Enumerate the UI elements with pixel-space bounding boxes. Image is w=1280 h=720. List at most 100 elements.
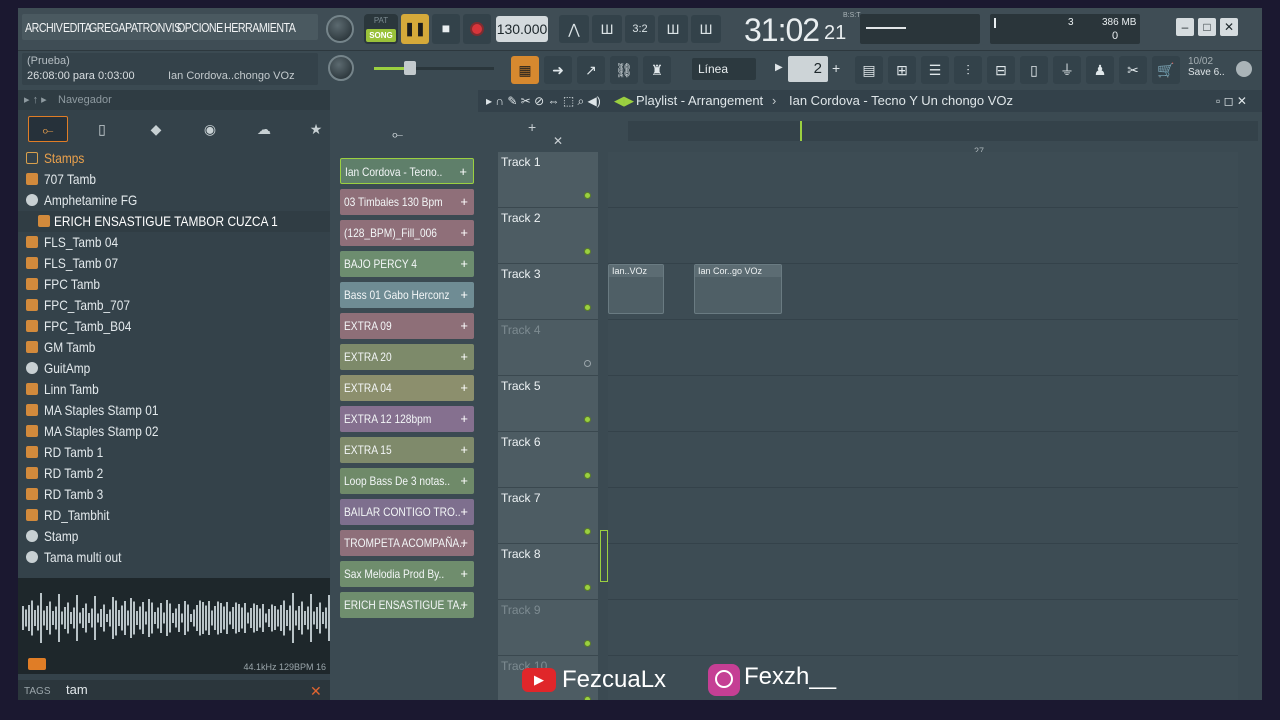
track-mute-icon[interactable] xyxy=(584,416,591,423)
play-preview-icon[interactable] xyxy=(28,658,46,670)
browser-item[interactable]: FPC Tamb xyxy=(18,274,330,295)
menu-patterns[interactable]: PATRON xyxy=(125,20,165,35)
arrow-icon[interactable]: ▸ ↑ ▸ xyxy=(24,90,47,110)
countdown-button[interactable]: 3:2 xyxy=(625,15,655,43)
channel-wave-icon[interactable]: + xyxy=(460,437,468,463)
track-header[interactable]: Track 1 xyxy=(498,152,598,208)
browser-item[interactable]: Tama multi out xyxy=(18,547,330,568)
channel-item[interactable]: EXTRA 15 + xyxy=(340,437,474,463)
step-plus-icon[interactable]: + xyxy=(832,60,840,76)
channel-wave-icon[interactable]: + xyxy=(460,375,468,401)
channel-wave-icon[interactable]: + xyxy=(460,313,468,339)
channel-wave-icon[interactable]: + xyxy=(460,468,468,494)
track-row[interactable] xyxy=(608,376,1238,432)
track-mute-icon[interactable] xyxy=(584,360,591,367)
save-info[interactable]: 10/02 Save 6.. xyxy=(1188,56,1234,86)
menu-tools[interactable]: HERRAMIENTA xyxy=(224,20,296,35)
stamp-button[interactable]: ♜ xyxy=(643,56,671,84)
track-row[interactable] xyxy=(608,432,1238,488)
browser-item[interactable]: 707 Tamb xyxy=(18,169,330,190)
channel-item[interactable]: EXTRA 20 + xyxy=(340,344,474,370)
channel-item[interactable]: Loop Bass De 3 notas.. + xyxy=(340,468,474,494)
track-row[interactable] xyxy=(608,320,1238,376)
track-header[interactable]: Track 5 xyxy=(498,376,598,432)
tools-button[interactable]: ✂ xyxy=(1119,56,1147,84)
menu-edit[interactable]: EDITA xyxy=(63,20,92,35)
menu-add[interactable]: GREGA xyxy=(89,20,126,35)
channel-item[interactable]: TROMPETA ACOMPAÑA.. + xyxy=(340,530,474,556)
playlist-scrollbar[interactable] xyxy=(628,121,1258,141)
menu-options[interactable]: OPCIONE xyxy=(177,20,223,35)
track-row[interactable] xyxy=(608,208,1238,264)
waveform-preview[interactable]: 44.1kHz 129BPM 16 xyxy=(18,578,333,674)
tab-plugins[interactable]: ◆ xyxy=(136,116,176,142)
step-arrow-icon[interactable]: ▶ xyxy=(775,62,783,76)
browser-item[interactable]: RD Tamb 1 xyxy=(18,442,330,463)
minimize-button[interactable]: – xyxy=(1176,18,1194,36)
typing-keyboard-button[interactable]: ▦ xyxy=(511,56,539,84)
channel-item[interactable]: Bass 01 Gabo Herconz + xyxy=(340,282,474,308)
track-mute-icon[interactable] xyxy=(584,528,591,535)
record-button[interactable] xyxy=(463,14,491,44)
maximize-button[interactable]: □ xyxy=(1198,18,1216,36)
song-position-display[interactable]: 31:02 B:S:T 21 xyxy=(744,8,872,48)
channel-wave-icon[interactable]: + xyxy=(459,159,467,183)
channel-item[interactable]: EXTRA 04 + xyxy=(340,375,474,401)
browser-item[interactable]: Linn Tamb xyxy=(18,379,330,400)
clear-tags-icon[interactable]: ✕ xyxy=(310,683,322,700)
loop-record-button[interactable]: Ш xyxy=(691,15,721,43)
step-edit-button[interactable]: Ш xyxy=(658,15,688,43)
window-controls[interactable]: ▫ ◻ ✕ xyxy=(1216,90,1247,112)
step-arrow-button[interactable]: ➜ xyxy=(544,56,572,84)
channel-wave-icon[interactable]: + xyxy=(460,530,468,556)
audio-clip-2[interactable]: Ian Cor..go VOz xyxy=(694,264,782,314)
tab-all[interactable]: ⟜ xyxy=(28,116,68,142)
channel-wave-icon[interactable]: + xyxy=(460,344,468,370)
browser-item[interactable]: FLS_Tamb 07 xyxy=(18,253,330,274)
browser-item[interactable]: RD_Tambhit xyxy=(18,505,330,526)
track-header[interactable]: Track 2 xyxy=(498,208,598,264)
audio-clip-1[interactable]: Ian..VOz xyxy=(608,264,664,314)
channel-item[interactable]: BAJO PERCY 4 + xyxy=(340,251,474,277)
track-header[interactable]: Track 9 xyxy=(498,600,598,656)
master-volume-knob[interactable] xyxy=(326,15,354,43)
step-value[interactable]: 2 xyxy=(788,56,828,82)
stop-button[interactable]: ■ xyxy=(432,14,460,44)
play-button[interactable]: ❚❚ xyxy=(401,14,429,44)
channel-wave-icon[interactable]: + xyxy=(460,282,468,308)
channel-wave-icon[interactable]: + xyxy=(460,220,468,246)
track-header[interactable]: Track 6 xyxy=(498,432,598,488)
pattern-song-switch[interactable]: PAT SONG xyxy=(364,14,398,44)
channel-rack-button[interactable]: ☰ xyxy=(921,56,949,84)
mixer-button[interactable]: ⫶ xyxy=(954,56,982,84)
plugin-button[interactable]: ⏚ xyxy=(1053,56,1081,84)
link-button[interactable]: ⛓ xyxy=(610,56,638,84)
channel-item[interactable]: EXTRA 12 128bpm + xyxy=(340,406,474,432)
channel-wave-icon[interactable]: + xyxy=(460,189,468,215)
browser-item[interactable]: GuitAmp xyxy=(18,358,330,379)
remove-track-icon[interactable]: ✕ xyxy=(553,134,563,148)
playlist-mode-icon[interactable]: ◀▶ xyxy=(614,90,634,112)
project-button[interactable]: ▯ xyxy=(1020,56,1048,84)
channel-item[interactable]: Sax Melodia Prod By.. + xyxy=(340,561,474,587)
channel-item[interactable]: BAILAR CONTIGO TRO.. + xyxy=(340,499,474,525)
browser-item[interactable]: FLS_Tamb 04 xyxy=(18,232,330,253)
tags-search-input[interactable]: tam xyxy=(66,682,266,700)
browser-item[interactable]: MA Staples Stamp 01 xyxy=(18,400,330,421)
track-mute-icon[interactable] xyxy=(584,192,591,199)
browser-item[interactable]: Stamp xyxy=(18,526,330,547)
playlist-button[interactable]: ▤ xyxy=(855,56,883,84)
browser-item[interactable]: ERICH ENSASTIGUE TAMBOR CUZCA 1 xyxy=(18,211,330,232)
add-track-icon[interactable]: + xyxy=(528,119,536,135)
track-row[interactable] xyxy=(608,488,1238,544)
channel-wave-icon[interactable]: + xyxy=(460,251,468,277)
globe-icon[interactable] xyxy=(1236,61,1252,77)
tempo-display[interactable]: 130.000 xyxy=(496,16,548,42)
shop-button[interactable]: 🛒 xyxy=(1152,56,1180,84)
channel-wave-icon[interactable]: + xyxy=(460,592,468,618)
browser-item[interactable]: MA Staples Stamp 02 xyxy=(18,421,330,442)
browser-item[interactable]: FPC_Tamb_B04 xyxy=(18,316,330,337)
performance-button[interactable]: ♟ xyxy=(1086,56,1114,84)
channel-item[interactable]: Ian Cordova - Tecno.. + xyxy=(340,158,474,184)
track-header[interactable]: Track 7 xyxy=(498,488,598,544)
